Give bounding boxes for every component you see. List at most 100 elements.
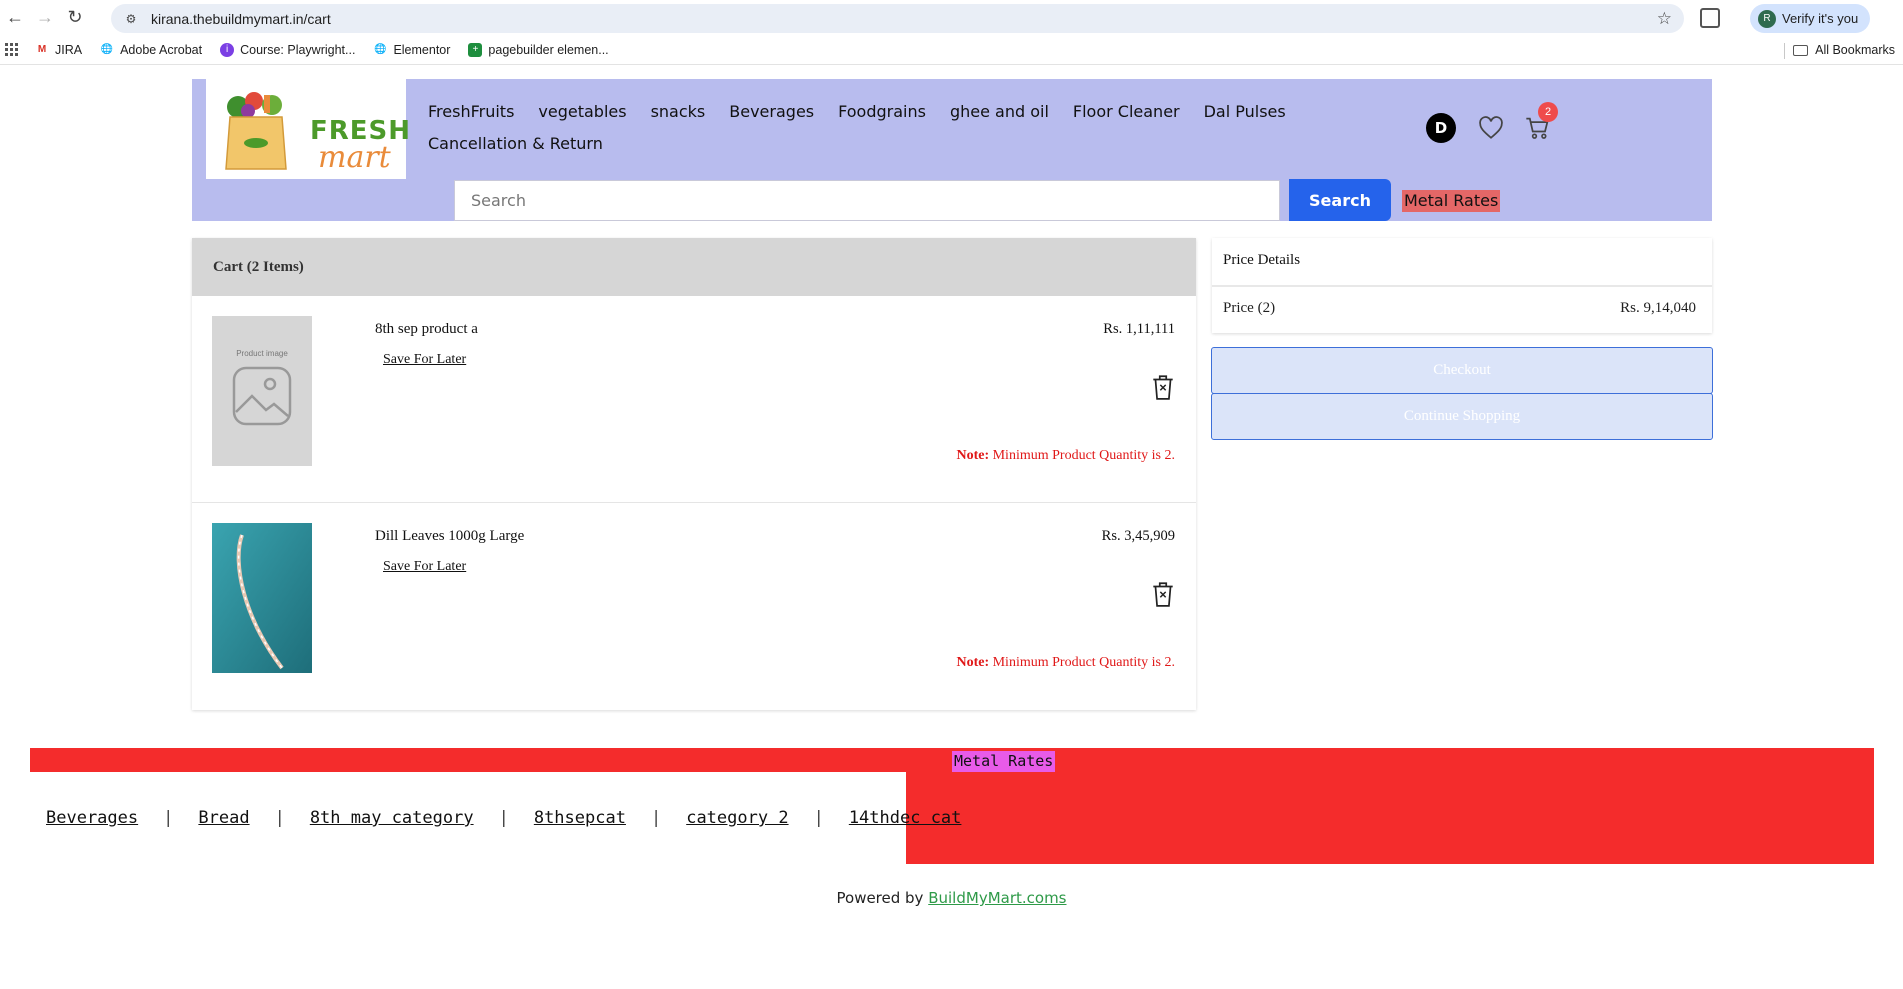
footer-separator: |	[274, 808, 285, 828]
logo-word-mart: mart	[318, 139, 391, 175]
bookmark-label: pagebuilder elemen...	[488, 42, 609, 57]
note-label: Note:	[956, 448, 990, 463]
product-price: Rs. 3,45,909	[1101, 528, 1175, 544]
footer-link-14thdec-cat[interactable]: 14thdec cat	[849, 808, 962, 828]
grocery-bag-icon	[225, 92, 287, 170]
continue-shopping-button[interactable]: Continue Shopping	[1211, 393, 1713, 440]
cart-count-badge: 2	[1538, 102, 1558, 122]
bookmark-label: JIRA	[55, 42, 83, 57]
powered-by: Powered by BuildMyMart.coms	[0, 889, 1903, 907]
bookmark-label: Adobe Acrobat	[120, 42, 203, 57]
save-for-later-link[interactable]: Save For Later	[383, 559, 466, 575]
trash-icon[interactable]	[1150, 580, 1176, 608]
product-image-label: Product image	[236, 349, 288, 358]
profile-chip[interactable]: R Verify it's you	[1750, 4, 1870, 33]
footer-separator: |	[163, 808, 174, 828]
powered-by-prefix: Powered by	[836, 889, 929, 907]
bookmarks-bar: M JIRA 🌐 Adobe Acrobat i Course: Playwri…	[0, 35, 1903, 65]
price-row: Price (2) Rs. 9,14,040	[1212, 287, 1712, 333]
note-text: Minimum Product Quantity is 2.	[989, 448, 1175, 463]
site-header: FRESH mart FreshFruits vegetables snacks…	[192, 79, 1712, 221]
footer-link-8th-may-category[interactable]: 8th may category	[310, 808, 474, 828]
price-details-title: Price Details	[1212, 238, 1712, 287]
footer-link-beverages[interactable]: Beverages	[46, 808, 138, 828]
url-text[interactable]: kirana.thebuildmymart.in/cart	[151, 11, 331, 27]
profile-avatar: R	[1758, 9, 1776, 28]
nav-item-freshfruits[interactable]: FreshFruits	[428, 101, 514, 133]
note-label: Note:	[956, 655, 990, 670]
footer-link-8thsepcat[interactable]: 8thsepcat	[534, 808, 626, 828]
bookmark-jira[interactable]: M JIRA	[35, 43, 82, 57]
save-for-later-link[interactable]: Save For Later	[383, 352, 466, 368]
apps-grid-icon[interactable]	[5, 42, 19, 57]
product-price: Rs. 1,11,111	[1103, 321, 1175, 337]
min-quantity-note: Note: Minimum Product Quantity is 2.	[956, 448, 1175, 464]
nav-item-beverages[interactable]: Beverages	[729, 101, 814, 133]
footer-link-category-2[interactable]: category 2	[686, 808, 788, 828]
bookmark-star-icon[interactable]: ☆	[1657, 9, 1672, 29]
checkout-button[interactable]: Checkout	[1211, 347, 1713, 394]
footer-category-links: Beverages | Bread | 8th may category | 8…	[46, 808, 961, 828]
price-label: Price (2)	[1223, 300, 1276, 316]
min-quantity-note: Note: Minimum Product Quantity is 2.	[956, 655, 1175, 671]
reload-icon[interactable]: ↻	[60, 3, 90, 33]
cart-item: Product image 8th sep product a Save For…	[192, 296, 1196, 503]
bookmark-label: Elementor	[393, 42, 451, 57]
bookmark-elementor[interactable]: 🌐 Elementor	[373, 43, 450, 57]
folder-icon	[1793, 44, 1809, 56]
nav-item-dal-pulses[interactable]: Dal Pulses	[1204, 101, 1286, 133]
gmail-icon: M	[37, 44, 47, 55]
price-details-panel: Price Details Price (2) Rs. 9,14,040	[1212, 238, 1712, 333]
extensions-icon[interactable]	[1700, 8, 1720, 28]
globe-icon: 🌐	[100, 44, 114, 55]
product-name[interactable]: 8th sep product a	[375, 321, 478, 338]
footer-metal-rates-link[interactable]: Metal Rates	[952, 751, 1056, 772]
nav-item-floor-cleaner[interactable]: Floor Cleaner	[1073, 101, 1180, 133]
product-image-placeholder[interactable]: Product image	[212, 316, 312, 466]
site-info-icon[interactable]: ⚙	[123, 11, 139, 27]
sheets-icon: +	[468, 42, 483, 57]
header-actions: D 2	[1426, 102, 1558, 143]
trash-icon[interactable]	[1150, 373, 1176, 401]
logo-text: FRESH mart	[310, 118, 411, 175]
footer-separator: |	[650, 808, 662, 828]
footer-separator: |	[498, 808, 509, 828]
nav-item-foodgrains[interactable]: Foodgrains	[838, 101, 926, 133]
forward-icon[interactable]: →	[30, 3, 60, 33]
address-bar[interactable]: ⚙ kirana.thebuildmymart.in/cart ☆	[111, 4, 1684, 33]
bookmarks-divider	[1784, 43, 1785, 59]
metal-rates-link[interactable]: Metal Rates	[1402, 190, 1501, 212]
globe-icon: 🌐	[374, 44, 387, 55]
all-bookmarks-label: All Bookmarks	[1815, 43, 1895, 57]
nav-item-vegetables[interactable]: vegetables	[538, 101, 626, 133]
course-icon: i	[220, 42, 235, 57]
cart-item: Dill Leaves 1000g Large Save For Later R…	[192, 503, 1196, 710]
browser-toolbar: ← → ↻ ⚙ kirana.thebuildmymart.in/cart ☆ …	[0, 0, 1903, 35]
product-image[interactable]	[212, 523, 312, 673]
category-nav: FreshFruits vegetables snacks Beverages …	[428, 101, 1328, 165]
nav-item-ghee-and-oil[interactable]: ghee and oil	[950, 101, 1049, 133]
logo[interactable]: FRESH mart	[206, 79, 410, 179]
nav-item-cancellation-return[interactable]: Cancellation & Return	[428, 133, 603, 165]
search-button[interactable]: Search	[1289, 179, 1391, 221]
nav-item-snacks[interactable]: snacks	[651, 101, 706, 133]
bookmark-pagebuilder[interactable]: + pagebuilder elemen...	[468, 42, 609, 57]
wishlist-heart-icon[interactable]	[1478, 115, 1504, 141]
cart-button[interactable]: 2	[1524, 102, 1558, 142]
back-icon[interactable]: ←	[0, 3, 30, 33]
note-text: Minimum Product Quantity is 2.	[989, 655, 1175, 670]
powered-by-link[interactable]: BuildMyMart.coms	[928, 889, 1066, 907]
price-value: Rs. 9,14,040	[1620, 300, 1696, 316]
profile-chip-label: Verify it's you	[1782, 11, 1859, 26]
bookmark-adobe-acrobat[interactable]: 🌐 Adobe Acrobat	[100, 43, 202, 57]
all-bookmarks[interactable]: All Bookmarks	[1793, 43, 1895, 57]
bookmark-label: Course: Playwright...	[240, 42, 356, 57]
footer-separator: |	[813, 808, 824, 828]
user-avatar[interactable]: D	[1426, 113, 1456, 143]
cart-title: Cart (2 Items)	[192, 238, 1196, 296]
product-name[interactable]: Dill Leaves 1000g Large	[375, 528, 524, 545]
cart-panel: Cart (2 Items) Product image 8th sep pro…	[192, 238, 1196, 710]
bookmark-course-playwright[interactable]: i Course: Playwright...	[220, 42, 356, 57]
footer-link-bread[interactable]: Bread	[198, 808, 249, 828]
search-input[interactable]	[454, 180, 1280, 221]
